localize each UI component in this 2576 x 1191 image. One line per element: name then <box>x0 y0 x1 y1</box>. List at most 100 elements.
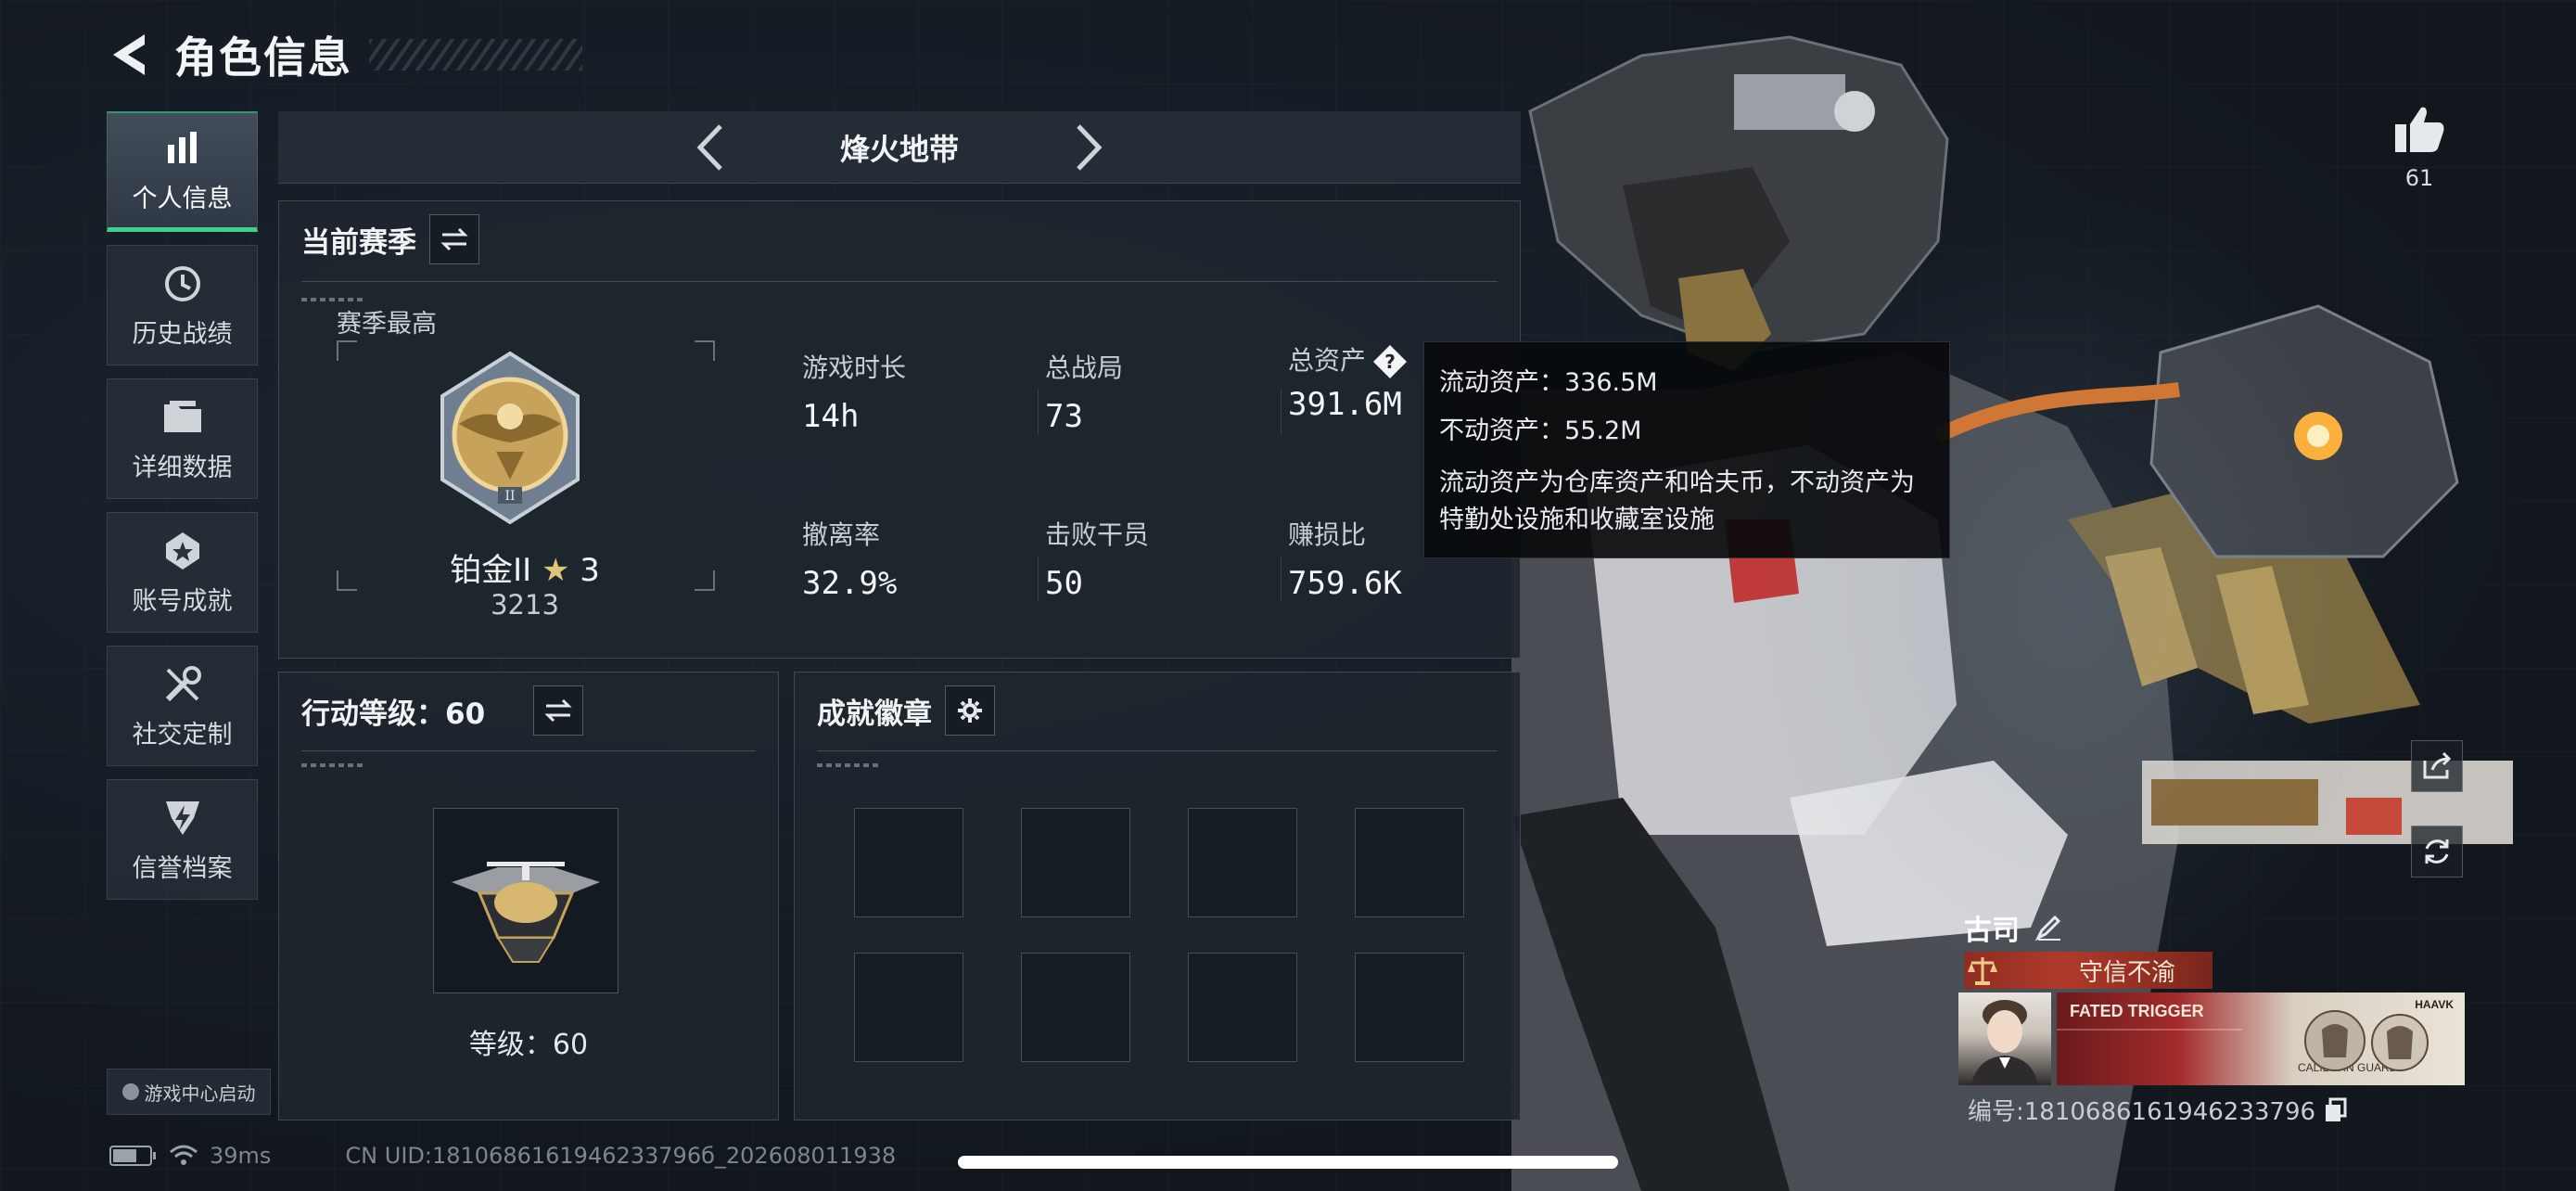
sidebar-item-label: 信誉档案 <box>132 853 233 883</box>
mode-selector: 烽火地带 <box>278 111 1521 184</box>
like-count: 61 <box>2404 165 2434 191</box>
rank-emblem-icon: II <box>422 350 598 526</box>
action-level-panel: 行动等级：60 等级：60 <box>278 672 779 1121</box>
sidebar-item-label: 详细数据 <box>132 453 233 482</box>
uid-text: CN UID:1810686161946233796б_202608011938 <box>345 1143 897 1169</box>
sidebar-item-social-customize[interactable]: 社交定制 <box>107 646 258 766</box>
stat-play-time: 游戏时长 14h <box>802 348 906 435</box>
home-indicator[interactable] <box>958 1156 1618 1169</box>
stat-label-text: 总资产 <box>1288 345 1367 376</box>
sidebar-item-detailed-data[interactable]: 详细数据 <box>107 378 258 499</box>
achievement-badges-panel: 成就徽章 <box>794 672 1521 1121</box>
stat-label: 总战局 <box>1045 352 1124 383</box>
avatar[interactable] <box>1958 992 2051 1085</box>
level-emblem-frame <box>433 808 618 993</box>
swap-icon <box>544 698 572 723</box>
stat-label: 撤离率 <box>802 519 881 550</box>
sidebar-item-credit-record[interactable]: 信誉档案 <box>107 779 258 900</box>
stat-value: 759.6K <box>1288 565 1402 602</box>
share-button[interactable] <box>2411 740 2463 792</box>
badge-slot[interactable] <box>1021 953 1130 1062</box>
stat-label: 总资产? <box>1288 340 1409 380</box>
svg-text:II: II <box>504 489 515 504</box>
stat-operators-defeated: 击败干员 50 <box>1045 515 1149 602</box>
stat-value: 14h <box>802 398 860 435</box>
rank-name: 铂金II ★ 3 <box>279 544 771 590</box>
mode-name: 烽火地带 <box>839 131 959 167</box>
sidebar-item-label: 历史战绩 <box>132 319 233 349</box>
swap-icon <box>440 227 468 251</box>
switch-season-button[interactable] <box>429 214 479 264</box>
back-arrow-icon[interactable] <box>102 29 154 81</box>
player-id-text: 编号:1810686161946233796 <box>1968 1098 2316 1126</box>
next-mode-arrow-icon[interactable] <box>1062 120 1117 175</box>
stat-label: 赚损比 <box>1288 519 1367 550</box>
stat-value: 32.9% <box>802 565 898 602</box>
sidebar: 个人信息 历史战绩 详细数据 账号成就 社交定制 信誉档案 <box>107 111 258 913</box>
season-best-label: 赛季最高 <box>337 310 437 339</box>
folder-icon <box>160 395 205 440</box>
refresh-button[interactable] <box>2411 826 2463 877</box>
player-name-text: 古司 <box>1964 915 2020 947</box>
history-clock-icon <box>160 262 205 306</box>
badge-slot[interactable] <box>854 808 963 917</box>
season-panel-title: 当前赛季 <box>301 225 416 260</box>
achievement-icon <box>160 529 205 573</box>
stat-total-assets: 总资产? 391.6M <box>1288 340 1409 423</box>
nameplate-card: FATED TRIGGER CALIBURN GUARD HAAVK <box>2057 992 2465 1085</box>
battery-icon <box>109 1146 156 1166</box>
stat-profit-loss-ratio: 赚损比 759.6K <box>1288 515 1402 602</box>
player-name: 古司 <box>1964 907 2066 948</box>
bar-chart-icon <box>160 126 205 171</box>
liquid-assets: 流动资产：336.5M <box>1439 368 1658 397</box>
help-icon[interactable]: ? <box>1371 343 1409 380</box>
copy-icon[interactable] <box>2323 1097 2349 1123</box>
refresh-icon <box>2425 839 2449 864</box>
sidebar-item-personal-info[interactable]: 个人信息 <box>107 111 258 232</box>
badge-settings-button[interactable] <box>945 685 995 736</box>
asset-description: 流动资产为仓库资产和哈夫币，不动资产为特勤处设施和收藏室设施 <box>1439 468 1915 534</box>
level-text: 等级：60 <box>468 1029 589 1061</box>
star-icon: ★ <box>541 552 570 589</box>
badge-slot[interactable] <box>1355 808 1464 917</box>
thumbs-up-icon <box>2395 107 2444 152</box>
stat-value: 50 <box>1045 565 1083 602</box>
badge-slot[interactable] <box>1188 953 1297 1062</box>
ping-value: 39ms <box>210 1143 272 1169</box>
stat-value: 391.6M <box>1288 386 1402 423</box>
fixed-assets: 不动资产：55.2M <box>1439 416 1642 445</box>
lightning-shield-icon <box>160 796 205 840</box>
title-decoration <box>369 39 582 70</box>
sidebar-item-match-history[interactable]: 历史战绩 <box>107 245 258 365</box>
badge-slot[interactable] <box>1355 953 1464 1062</box>
like-widget[interactable]: 61 <box>2388 104 2451 191</box>
stat-extraction-rate: 撤离率 32.9% <box>802 515 897 602</box>
stat-total-matches: 总战局 73 <box>1045 348 1123 435</box>
badge-slot[interactable] <box>1188 808 1297 917</box>
player-title-badge: 守信不渝 <box>1964 952 2213 989</box>
badge-slot[interactable] <box>1021 808 1130 917</box>
action-level-title: 行动等级：60 <box>301 697 486 731</box>
page-header: 角色信息 <box>102 22 582 87</box>
launch-label: 游戏中心启动 <box>144 1082 256 1105</box>
stat-label: 游戏时长 <box>802 352 907 383</box>
stat-value: 73 <box>1045 398 1083 435</box>
switch-level-button[interactable] <box>533 685 584 736</box>
sidebar-item-label: 账号成就 <box>132 586 233 616</box>
game-center-launch-button[interactable]: 游戏中心启动 <box>107 1069 271 1115</box>
stat-label: 击败干员 <box>1045 519 1150 550</box>
svg-text:?: ? <box>1384 351 1396 373</box>
sidebar-item-label: 个人信息 <box>132 185 233 213</box>
helicopter-emblem-icon <box>452 862 600 963</box>
prev-mode-arrow-icon[interactable] <box>682 120 737 175</box>
gear-icon <box>958 698 982 723</box>
player-id: 编号:1810686161946233796 <box>1968 1093 2349 1127</box>
sidebar-item-label: 社交定制 <box>132 720 233 749</box>
rank-score: 3213 <box>491 589 559 621</box>
edit-pencil-icon[interactable] <box>2034 912 2066 943</box>
sidebar-item-achievements[interactable]: 账号成就 <box>107 512 258 633</box>
share-icon <box>2423 751 2452 779</box>
badge-slot[interactable] <box>854 953 963 1062</box>
asset-tooltip: 流动资产：336.5M 不动资产：55.2M 流动资产为仓库资产和哈夫币，不动资… <box>1423 341 1950 558</box>
rank-tier: 铂金II <box>450 552 532 589</box>
